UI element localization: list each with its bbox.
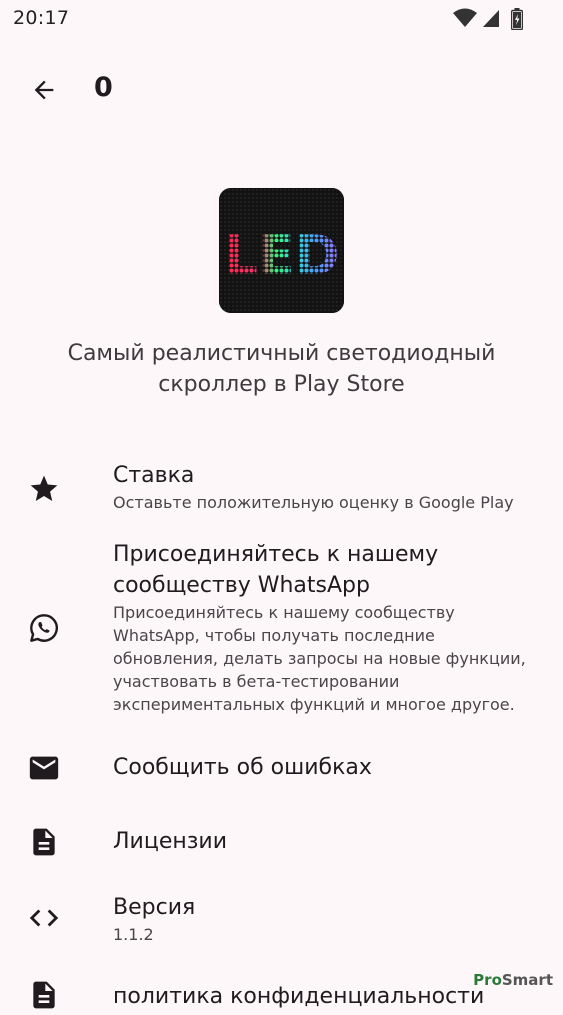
menu-item-report-bugs[interactable]: Сообщить об ошибках — [0, 748, 563, 788]
menu-item-title: Сообщить об ошибках — [113, 755, 372, 780]
back-button[interactable] — [24, 70, 64, 110]
mail-icon — [26, 750, 62, 786]
menu-item-licenses[interactable]: Лицензии — [0, 822, 563, 862]
app-logo-text: LED — [223, 224, 339, 287]
app-logo: LED — [219, 188, 344, 313]
menu-item-whatsapp[interactable]: Присоединяйтесь к нашему сообществу What… — [0, 539, 563, 719]
menu-item-subtitle: Присоединяйтесь к нашему сообществу What… — [113, 603, 526, 714]
watermark: ProSmart — [473, 971, 553, 989]
version-number: 1.1.2 — [113, 925, 154, 944]
menu-item-version[interactable]: Версия 1.1.2 — [0, 892, 563, 948]
battery-icon — [511, 8, 523, 30]
whatsapp-icon — [26, 610, 62, 646]
code-icon — [26, 900, 62, 936]
menu-item-title: Ставка — [113, 463, 195, 488]
menu-item-rate[interactable]: Ставка Оставьте положительную оценку в G… — [0, 460, 563, 520]
top-app-bar: 0 — [0, 60, 563, 116]
status-bar: 20:17 — [0, 0, 563, 38]
signal-icon — [483, 10, 499, 27]
watermark-part-1: Pro — [473, 971, 502, 989]
page-title: 0 — [94, 72, 113, 103]
menu-item-title: Версия — [113, 895, 196, 920]
watermark-part-2: Smart — [501, 971, 553, 989]
document-icon — [26, 824, 62, 860]
arrow-back-icon — [34, 80, 54, 100]
star-icon — [26, 471, 62, 507]
wifi-icon — [453, 8, 477, 27]
app-tagline: Самый реалистичный светодиодный скроллер… — [67, 341, 496, 397]
document-icon — [26, 977, 62, 1013]
menu-item-title: Лицензии — [113, 829, 228, 854]
menu-item-subtitle: Оставьте положительную оценку в Google P… — [113, 493, 514, 512]
status-time: 20:17 — [13, 7, 70, 29]
menu-item-title: Присоединяйтесь к нашему сообществу What… — [113, 542, 439, 598]
